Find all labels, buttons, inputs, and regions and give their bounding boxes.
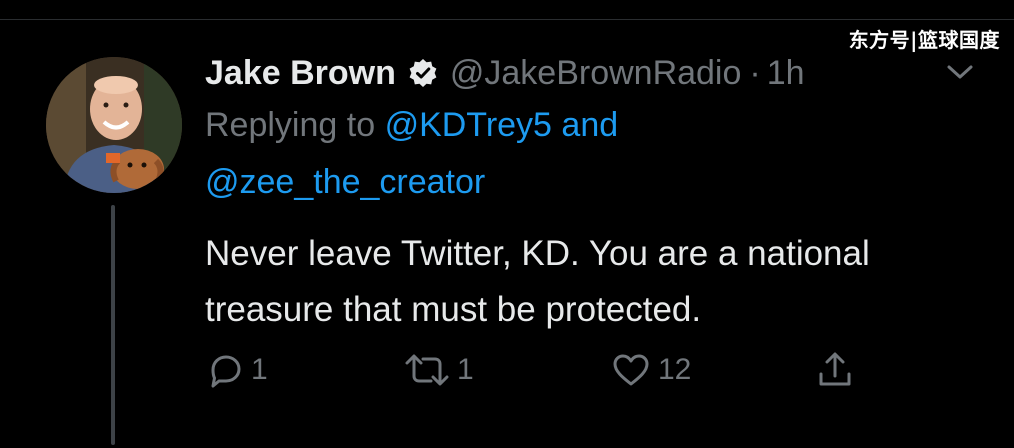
like-button[interactable]: 12 xyxy=(610,350,691,390)
retweet-icon xyxy=(405,354,449,386)
replying-to-line: Replying to @KDTrey5 and xyxy=(205,106,618,145)
reply-icon xyxy=(211,355,241,388)
avatar[interactable] xyxy=(46,57,182,193)
mention-zee-the-creator[interactable]: @zee_the_creator xyxy=(205,163,485,202)
share-button[interactable] xyxy=(815,350,855,390)
chevron-down-icon[interactable] xyxy=(945,62,975,82)
retweet-button[interactable]: 1 xyxy=(403,350,474,390)
mention-kdtrey5[interactable]: @KDTrey5 xyxy=(385,106,552,144)
author-name[interactable]: Jake Brown xyxy=(205,54,396,93)
verified-badge-icon xyxy=(408,58,438,88)
reply-count: 1 xyxy=(251,353,268,386)
retweet-count: 1 xyxy=(457,353,474,386)
heart-icon xyxy=(613,354,649,386)
watermark: 东方号|篮球国度 xyxy=(848,28,1000,52)
share-icon xyxy=(819,352,851,386)
like-count: 12 xyxy=(658,353,692,386)
replying-and[interactable]: and xyxy=(561,106,618,144)
replying-prefix: Replying to xyxy=(205,106,376,144)
tweet-header: Jake Brown @JakeBrownRadio · 1h xyxy=(205,52,805,94)
tweet-text: Never leave Twitter, KD. You are a natio… xyxy=(205,234,870,329)
top-divider xyxy=(0,19,1014,20)
tweet-time[interactable]: 1h xyxy=(767,54,805,93)
thread-line xyxy=(111,205,115,445)
author-handle[interactable]: @JakeBrownRadio xyxy=(450,54,742,93)
time-separator: · xyxy=(749,53,761,92)
tweet-actions: 1 1 12 xyxy=(205,350,865,394)
reply-button[interactable]: 1 xyxy=(205,350,268,390)
